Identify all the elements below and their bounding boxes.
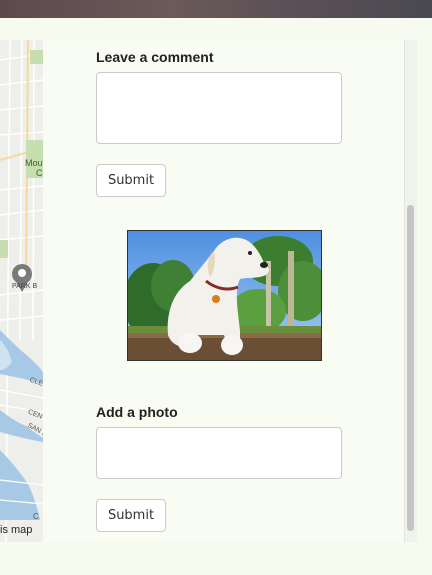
photo-textarea[interactable] [96, 427, 342, 479]
dog-photo [127, 230, 322, 361]
photo-submit-button[interactable]: Submit [96, 499, 166, 532]
comment-textarea[interactable] [96, 72, 342, 144]
photo-heading: Add a photo [96, 404, 178, 420]
map-panel[interactable]: Mou C PARK B CLEMENT CENTRAL SAN JOSE AV… [0, 40, 43, 542]
scrollbar-thumb[interactable] [407, 205, 414, 531]
map-footer-link[interactable]: is map [0, 524, 32, 540]
comment-heading: Leave a comment [96, 49, 214, 65]
comment-submit-button[interactable]: Submit [96, 164, 166, 197]
map-label-7: C [33, 512, 39, 521]
top-banner [0, 0, 432, 18]
dog-photo-image [128, 231, 321, 360]
